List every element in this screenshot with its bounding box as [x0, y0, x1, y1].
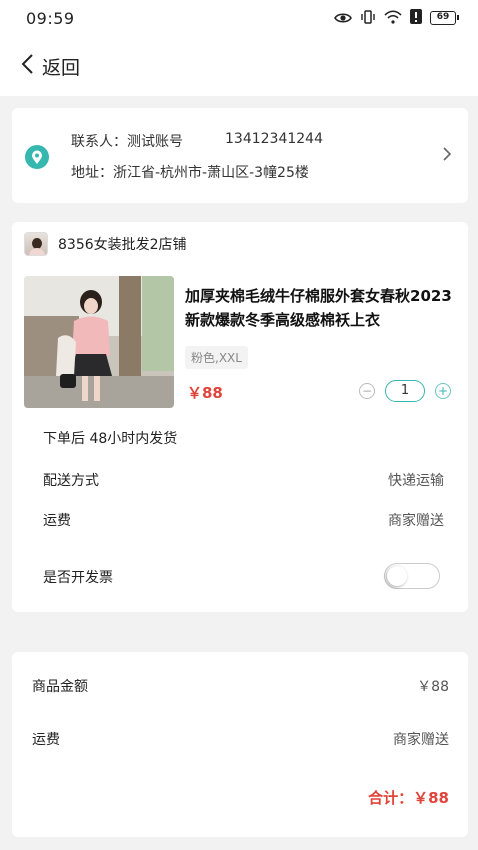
chevron-right-icon: [442, 146, 452, 166]
decrease-quantity-button[interactable]: −: [359, 383, 375, 399]
nav-bar: 返回: [0, 36, 478, 96]
freight-label: 运费: [43, 513, 71, 529]
contact-phone: 13412341244: [225, 131, 323, 147]
store-row[interactable]: 8356女装批发2店铺: [24, 232, 187, 256]
address-text: 浙江省-杭州市-萧山区-3幢25楼: [113, 165, 309, 181]
summary-card: 商品金额 ￥88 运费 商家赠送 合计：￥88: [12, 652, 468, 837]
quantity-stepper: − 1 +: [359, 380, 451, 402]
address-label: 地址：: [71, 165, 113, 181]
vibrate-icon: [360, 9, 376, 28]
chevron-left-icon: [20, 53, 34, 79]
contact-label: 联系人：: [71, 134, 127, 150]
shipping-note: 下单后 48小时内发货: [43, 431, 178, 447]
store-name: 8356女装批发2店铺: [58, 237, 187, 253]
contact-name: 测试账号: [127, 134, 183, 150]
summary-freight-label: 运费: [32, 732, 60, 748]
summary-freight-value: 商家赠送: [393, 732, 449, 748]
back-label: 返回: [42, 56, 81, 79]
product-price: ￥88: [187, 384, 223, 402]
address-card[interactable]: 联系人： 测试账号 13412341244 地址：浙江省-杭州市-萧山区-3幢2…: [12, 108, 468, 203]
status-bar: 09:59 69: [0, 0, 478, 36]
product-image[interactable]: [24, 276, 174, 408]
goods-amount-label: 商品金额: [32, 679, 88, 695]
battery-icon: 69: [430, 11, 459, 25]
eye-icon: [334, 9, 352, 28]
quantity-input[interactable]: 1: [385, 380, 425, 402]
order-card: 8356女装批发2店铺 加厚夹棉毛绒牛仔棉服外套女春秋2023新款爆款冬季高级感…: [12, 222, 468, 612]
increase-quantity-button[interactable]: +: [435, 383, 451, 399]
wifi-icon: [384, 9, 402, 28]
order-total: 合计：￥88: [368, 789, 449, 807]
store-avatar: [24, 232, 48, 256]
contact-line: 联系人： 测试账号 13412341244: [71, 131, 323, 151]
status-icons: 69: [334, 8, 459, 28]
freight-value: 商家赠送: [388, 513, 444, 529]
address-line: 地址：浙江省-杭州市-萧山区-3幢25楼: [71, 162, 309, 182]
back-button[interactable]: 返回: [20, 53, 80, 80]
toggle-knob: [387, 566, 407, 586]
invoice-label: 是否开发票: [43, 570, 113, 586]
goods-amount-value: ￥88: [417, 679, 449, 695]
location-pin-icon: [25, 145, 49, 169]
product-title[interactable]: 加厚夹棉毛绒牛仔棉服外套女春秋2023新款爆款冬季高级感棉袄上衣: [185, 284, 455, 332]
invoice-toggle[interactable]: [384, 563, 440, 589]
delivery-method-value: 快递运输: [388, 473, 444, 489]
delivery-method-label: 配送方式: [43, 473, 99, 489]
product-spec: 粉色,XXL: [185, 346, 248, 369]
status-time: 09:59: [26, 8, 75, 28]
alert-icon: [410, 8, 422, 28]
